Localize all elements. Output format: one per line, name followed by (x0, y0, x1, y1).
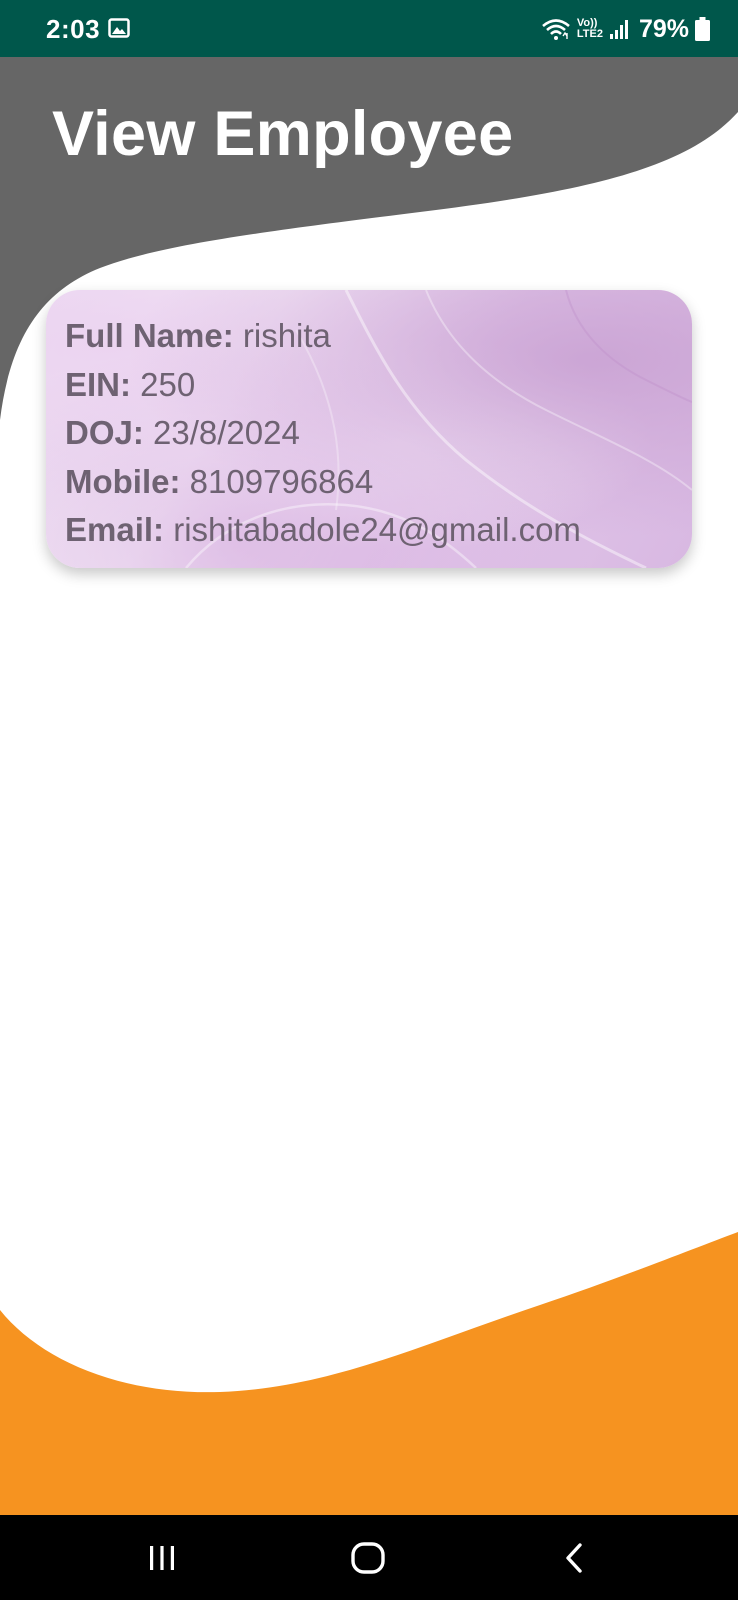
employee-card[interactable]: Full Name: rishita EIN: 250 DOJ: 23/8/20… (46, 290, 692, 568)
navigation-bar (0, 1515, 738, 1600)
back-button[interactable] (524, 1515, 624, 1600)
home-button[interactable] (318, 1515, 418, 1600)
full-name-row: Full Name: rishita (65, 312, 682, 361)
status-bar: 2:03 Vo)) LTE2 79% (0, 0, 738, 57)
mobile-row: Mobile: 8109796864 (65, 458, 682, 507)
back-icon (566, 1542, 582, 1573)
full-name-label: Full Name: (65, 317, 234, 354)
full-name-value: rishita (242, 317, 331, 354)
signal-icon (609, 20, 628, 39)
page-title: View Employee (52, 99, 514, 169)
status-time: 2:03 (46, 14, 101, 44)
doj-label: DOJ: (65, 414, 144, 451)
ein-value: 250 (140, 365, 196, 403)
status-icons: Vo)) LTE2 79% (541, 13, 710, 45)
email-row: Email: rishitabadole24@gmail.com (65, 506, 682, 555)
wifi-icon (542, 19, 570, 40)
battery-percent: 79% (638, 14, 689, 43)
email-value: rishitabadole24@gmail.com (173, 511, 581, 548)
recent-apps-button[interactable] (112, 1515, 212, 1600)
doj-row: DOJ: 23/8/2024 (65, 409, 682, 458)
email-label: Email: (65, 511, 165, 548)
background-waves (0, 57, 738, 1515)
volte-bottom-text: LTE2 (576, 28, 603, 40)
ein-row: EIN: 250 (65, 361, 682, 410)
recent-apps-icon (150, 1545, 174, 1570)
home-icon (351, 1541, 385, 1574)
mobile-value: 8109796864 (189, 462, 374, 500)
view-employee-screen: 2:03 Vo)) LTE2 79% View Employee Full Na… (0, 0, 738, 1600)
mobile-label: Mobile: (65, 462, 181, 500)
employee-details: Full Name: rishita EIN: 250 DOJ: 23/8/20… (65, 312, 682, 555)
doj-value: 23/8/2024 (153, 414, 300, 451)
volte-icon: Vo)) LTE2 (577, 18, 603, 40)
gallery-icon (108, 18, 130, 38)
battery-icon (695, 17, 710, 41)
footer-wave (0, 1232, 738, 1515)
ein-label: EIN: (65, 365, 131, 403)
